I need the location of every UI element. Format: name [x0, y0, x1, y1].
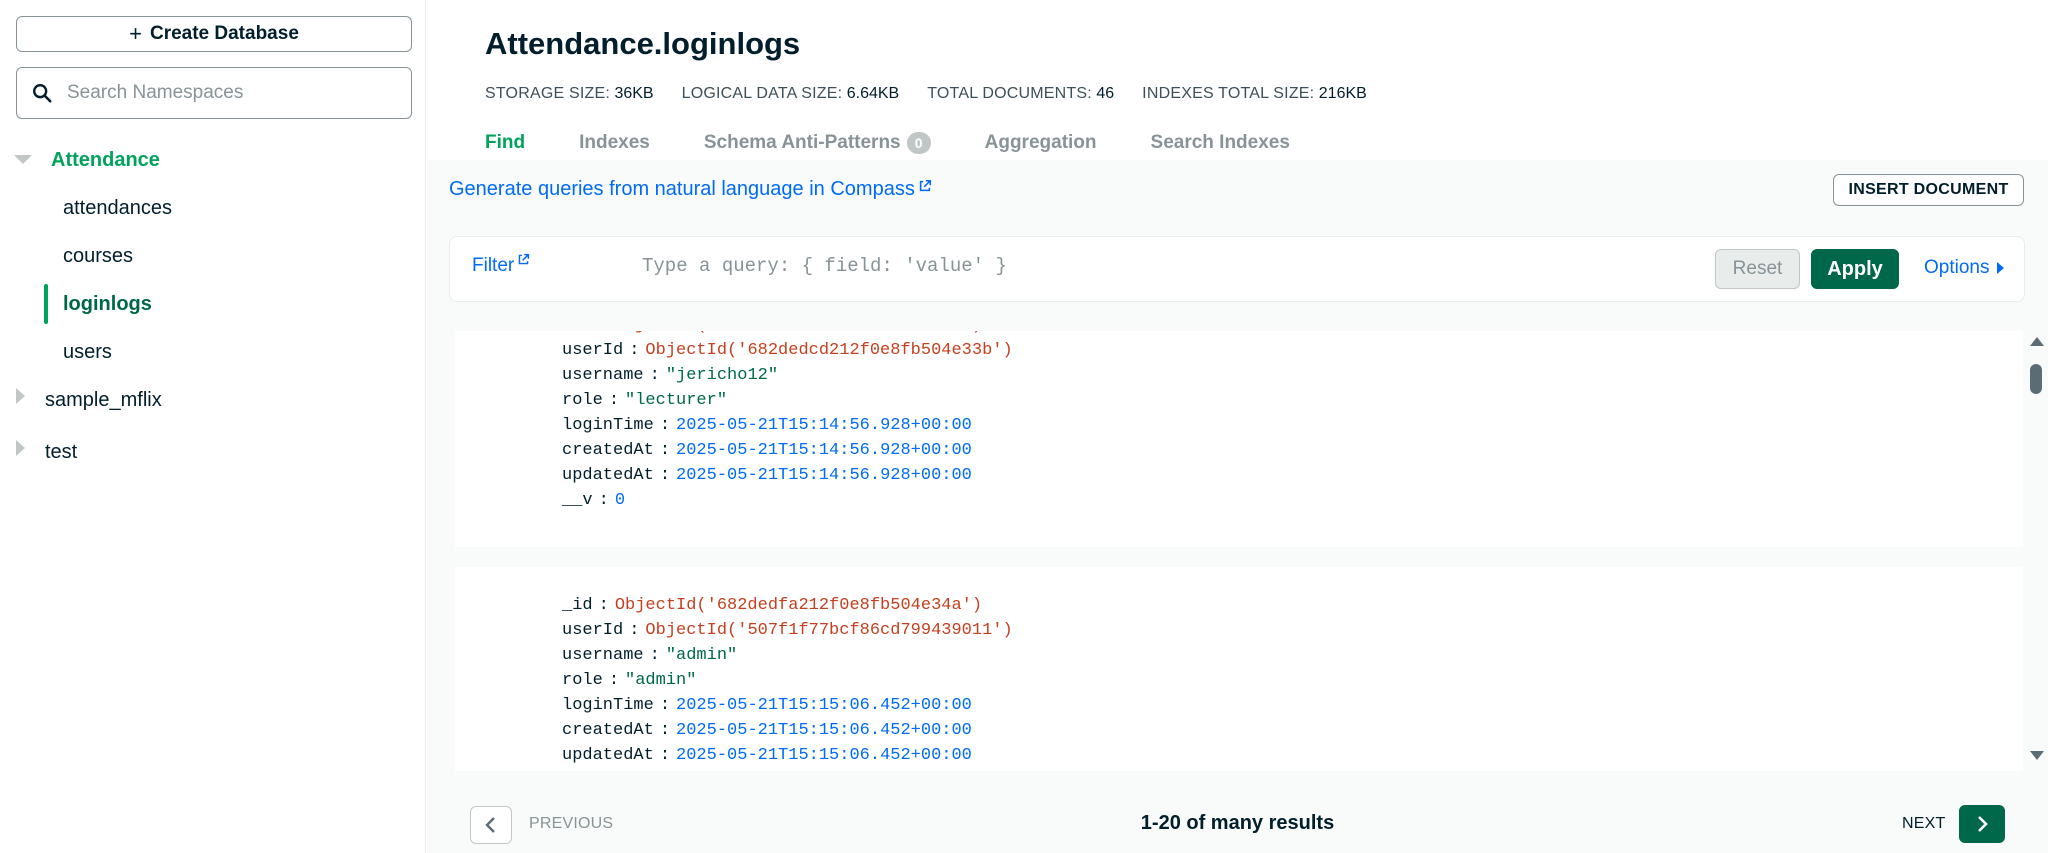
main-panel: Attendance.loginlogs Storage size: 36KB …	[427, 0, 2048, 853]
page-title: Attendance.loginlogs	[485, 26, 801, 61]
find-workspace: Generate queries from natural language i…	[427, 160, 2048, 853]
db-label: sample_mflix	[45, 388, 162, 411]
document-field[interactable]: loginTime:2025-05-21T15:14:56.928+00:00	[562, 413, 972, 438]
tab-find[interactable]: Find	[485, 128, 525, 158]
collection-label: attendances	[63, 196, 172, 219]
stat-logical-data-size: Logical data size: 6.64KB	[681, 85, 900, 102]
active-indicator	[44, 284, 48, 324]
options-label: Options	[1924, 257, 1990, 278]
sidebar: + Create Database Attendance attendances…	[0, 0, 426, 853]
stat-indexes-total-size: Indexes total size: 216KB	[1142, 85, 1367, 102]
create-database-button[interactable]: + Create Database	[16, 16, 412, 52]
collection-tabs: Find Indexes Schema Anti-Patterns 0 Aggr…	[485, 128, 1344, 158]
document-field[interactable]: role: "admin"	[562, 668, 696, 693]
filter-label: Filter	[472, 255, 515, 276]
document-card[interactable]: _id: ObjectId('682dedfa212f0e8fb504e34a')…	[455, 567, 2023, 771]
tab-schema-anti-patterns[interactable]: Schema Anti-Patterns 0	[704, 128, 931, 158]
document-card[interactable]: _id:ObjectId('682dedf0212f0e8fb504e344')…	[455, 331, 2023, 547]
document-field[interactable]: __v:0	[562, 488, 625, 513]
document-field[interactable]: userId: ObjectId('507f1f77bcf86cd79943901…	[562, 618, 1013, 643]
stat-total-documents: Total documents: 46	[927, 85, 1115, 102]
filter-query-input[interactable]	[642, 255, 1542, 277]
documents-list: _id:ObjectId('682dedf0212f0e8fb504e344')…	[455, 331, 2023, 771]
collection-item-loginlogs[interactable]: loginlogs	[0, 280, 426, 328]
natural-language-label: Generate queries from natural language i…	[449, 178, 915, 200]
document-field[interactable]: createdAt:2025-05-21T15:14:56.928+00:00	[562, 438, 972, 463]
search-namespaces[interactable]	[16, 67, 412, 119]
db-label: test	[45, 440, 78, 463]
document-field[interactable]: updatedAt:2025-05-21T15:15:06.452+00:00	[562, 743, 972, 768]
caret-down-icon[interactable]	[14, 155, 32, 164]
results-count: 1-20 of many results	[1140, 812, 1335, 834]
document-field[interactable]: username: "jericho12"	[562, 363, 778, 388]
chevron-right-icon	[1978, 816, 1988, 832]
scroll-down-icon[interactable]	[2030, 751, 2044, 760]
natural-language-link[interactable]: Generate queries from natural language i…	[449, 178, 932, 201]
caret-right-icon	[1997, 262, 2005, 274]
collection-label: courses	[63, 244, 134, 267]
apply-button[interactable]: Apply	[1811, 249, 1899, 289]
db-item-attendance[interactable]: Attendance	[0, 140, 426, 180]
next-label: NEXT	[1902, 815, 1946, 832]
collection-item-attendances[interactable]: attendances	[0, 184, 426, 232]
document-field-partial: _id:ObjectId('682dedf0212f0e8fb504e344')	[562, 331, 982, 338]
external-link-icon	[919, 179, 931, 191]
filter-link[interactable]: Filter	[472, 253, 530, 277]
document-field[interactable]: role: "lecturer"	[562, 388, 727, 413]
external-link-icon	[518, 253, 530, 265]
tab-aggregation[interactable]: Aggregation	[985, 128, 1097, 158]
scroll-up-icon[interactable]	[2030, 337, 2044, 346]
collection-label: loginlogs	[63, 292, 152, 315]
db-item-test[interactable]: test	[0, 424, 426, 480]
document-field[interactable]: updatedAt:2025-05-21T15:14:56.928+00:00	[562, 463, 972, 488]
insert-document-button[interactable]: INSERT DOCUMENT	[1833, 174, 2024, 206]
db-label: Attendance	[51, 148, 160, 171]
document-field[interactable]: userId: ObjectId('682dedcd212f0e8fb504e33…	[562, 338, 1013, 363]
filter-bar: Filter Reset Apply Options	[449, 236, 2025, 302]
document-field[interactable]: loginTime:2025-05-21T15:15:06.452+00:00	[562, 693, 972, 718]
db-item-sample-mflix[interactable]: sample_mflix	[0, 376, 426, 424]
document-field[interactable]: _id: ObjectId('682dedfa212f0e8fb504e34a')	[562, 593, 982, 618]
collection-item-users[interactable]: users	[0, 328, 426, 376]
options-toggle[interactable]: Options	[1924, 257, 2005, 279]
scroll-thumb[interactable]	[2030, 364, 2042, 394]
caret-right-icon[interactable]	[16, 388, 25, 404]
pagination: PREVIOUS 1-20 of many results NEXT	[427, 800, 2048, 850]
next-button[interactable]	[1959, 805, 2005, 843]
document-field[interactable]: username: "admin"	[562, 643, 737, 668]
search-icon	[33, 84, 52, 103]
collection-stats: Storage size: 36KB Logical data size: 6.…	[485, 85, 1395, 103]
document-field[interactable]: createdAt:2025-05-21T15:15:06.452+00:00	[562, 718, 972, 743]
caret-right-icon[interactable]	[16, 440, 25, 456]
collection-label: users	[63, 340, 112, 363]
collection-item-courses[interactable]: courses	[0, 232, 426, 280]
documents-scrollbar[interactable]	[2025, 331, 2045, 771]
plus-icon: +	[129, 21, 142, 46]
tab-label: Schema Anti-Patterns	[703, 132, 901, 153]
namespace-tree: Attendance attendances courses loginlogs…	[0, 140, 426, 480]
stat-storage-size: Storage size: 36KB	[485, 85, 654, 102]
tab-search-indexes[interactable]: Search Indexes	[1151, 128, 1290, 158]
tab-indexes[interactable]: Indexes	[579, 128, 650, 158]
create-database-label: Create Database	[149, 23, 299, 44]
count-badge: 0	[906, 132, 931, 154]
search-namespaces-input[interactable]	[67, 82, 397, 104]
reset-button[interactable]: Reset	[1715, 249, 1800, 289]
